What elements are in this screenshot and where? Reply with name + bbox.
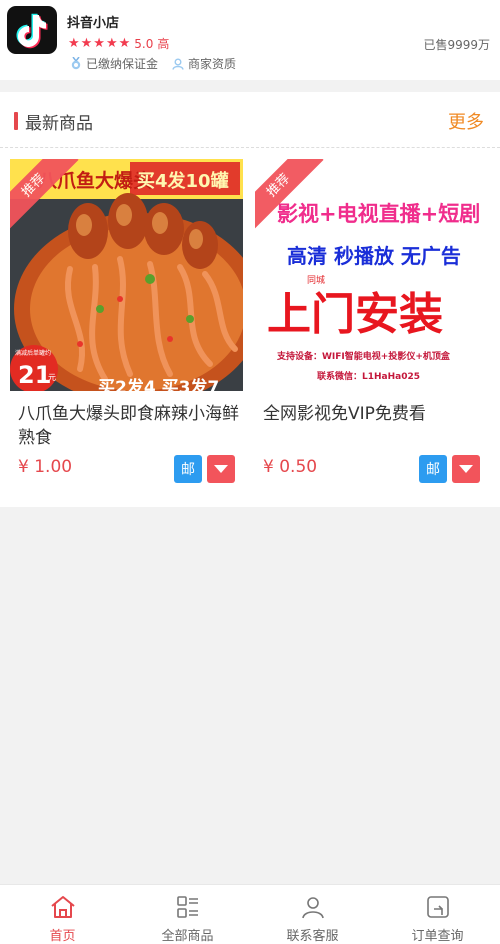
- image-line4: 支持设备：WIFI智能电视+投影仪+机顶盒: [276, 350, 451, 362]
- product-grid: 八爪鱼大爆头 买4发10罐 满减后单罐约 21 元 买2发4 买3发7 推荐 八…: [0, 148, 500, 507]
- merchant-badge: 商家资质: [172, 55, 236, 72]
- image-badge-unit: 元: [48, 373, 56, 382]
- rating-level: 高: [157, 37, 170, 51]
- image-bottom-text: 买2发4 买3发7: [98, 377, 219, 391]
- product-price: ¥ 0.50: [263, 457, 318, 477]
- shop-rating: ★★★★★ 5.0 高: [68, 35, 169, 52]
- list-icon: [176, 894, 200, 920]
- shop-badges: 已缴纳保证金 商家资质: [70, 55, 250, 72]
- tab-customer-service[interactable]: 联系客服: [250, 885, 375, 944]
- image-badge-small: 满减后单罐约: [15, 349, 51, 357]
- image-badge-num: 21: [18, 361, 51, 389]
- home-icon: [50, 894, 76, 920]
- tab-order-query[interactable]: 订单查询: [375, 885, 500, 944]
- caret-down-icon: [459, 465, 473, 473]
- mail-button[interactable]: 邮: [174, 455, 202, 483]
- deposit-medal-icon: [70, 57, 82, 70]
- user-icon: [301, 894, 325, 920]
- merchant-user-icon: [172, 58, 184, 70]
- caret-down-icon: [214, 465, 228, 473]
- shop-name: 抖音小店: [67, 16, 120, 31]
- sold-count: 已售9999万: [423, 38, 490, 52]
- section-title: 最新商品: [25, 114, 93, 134]
- dropdown-button[interactable]: [207, 455, 235, 483]
- product-image[interactable]: 八爪鱼大爆头 买4发10罐 满减后单罐约 21 元 买2发4 买3发7 推荐: [10, 159, 243, 391]
- tab-customer-service-label: 联系客服: [286, 929, 339, 944]
- bottom-tab-bar: 首页 全部商品 联系客服 订单查询: [0, 884, 500, 944]
- more-link[interactable]: 更多: [448, 108, 484, 134]
- product-price: ¥ 1.00: [18, 457, 73, 477]
- product-card[interactable]: 影视+电视直播+短剧 高清 秒播放 无广告 同城 上门安装 支持设备：WIFI智…: [255, 159, 488, 499]
- image-line5: 联系微信：L1HaHa025: [317, 370, 420, 382]
- mail-button[interactable]: 邮: [419, 455, 447, 483]
- tab-home-label: 首页: [49, 929, 76, 944]
- image-line2: 高清 秒播放 无广告: [287, 244, 461, 268]
- product-image[interactable]: 影视+电视直播+短剧 高清 秒播放 无广告 同城 上门安装 支持设备：WIFI智…: [255, 159, 488, 391]
- tab-home[interactable]: 首页: [0, 885, 125, 944]
- image-tag: 同城: [307, 275, 325, 286]
- merchant-badge-label: 商家资质: [188, 57, 237, 71]
- dropdown-button[interactable]: [452, 455, 480, 483]
- tiktok-logo-icon: [7, 6, 57, 54]
- product-title[interactable]: 全网影视免VIP免费看: [263, 402, 485, 426]
- product-card[interactable]: 八爪鱼大爆头 买4发10罐 满减后单罐约 21 元 买2发4 买3发7 推荐 八…: [10, 159, 243, 499]
- image-line3: 上门安装: [267, 289, 443, 340]
- tab-order-query-label: 订单查询: [411, 929, 464, 944]
- deposit-badge: 已缴纳保证金: [70, 55, 158, 72]
- shop-header: 抖音小店 ★★★★★ 5.0 高 已售9999万 已缴纳保证金 商家资质: [0, 0, 500, 80]
- product-title[interactable]: 八爪鱼大爆头即食麻辣小海鲜熟食: [18, 402, 240, 450]
- tab-all-products-label: 全部商品: [161, 929, 214, 944]
- latest-products-header: 最新商品 更多: [0, 92, 500, 148]
- image-line1: 影视+电视直播+短剧: [277, 202, 480, 226]
- tab-all-products[interactable]: 全部商品: [125, 885, 250, 944]
- rating-stars: ★★★★★: [68, 36, 132, 51]
- order-icon: [426, 894, 450, 920]
- section-accent-bar: [14, 112, 18, 130]
- image-banner-right: 买4发10罐: [137, 170, 229, 192]
- deposit-badge-label: 已缴纳保证金: [86, 57, 159, 71]
- rating-value: 5.0: [134, 36, 154, 51]
